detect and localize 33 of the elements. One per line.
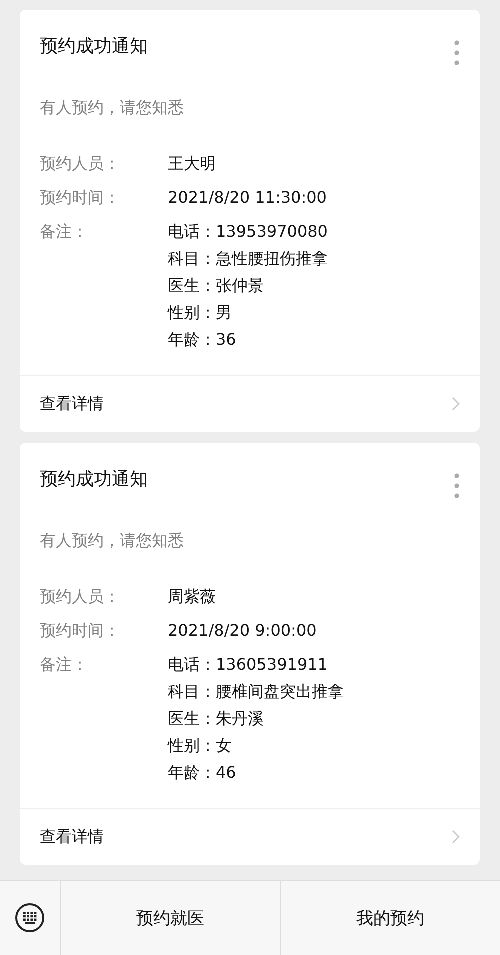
chevron-right-icon: [452, 830, 460, 844]
details-link[interactable]: 查看详情: [40, 394, 104, 414]
field-value: 2021/8/20 9:00:00: [168, 620, 317, 642]
keyboard-icon[interactable]: [15, 903, 45, 933]
field-label: 备注：: [40, 654, 89, 676]
field-value: 王大明: [168, 153, 216, 175]
card-subtitle: 有人预约，请您知悉: [40, 98, 185, 119]
card-title: 预约成功通知: [40, 468, 148, 492]
field-value: 医生：张仲景: [168, 275, 265, 297]
menu-button[interactable]: 预约就医: [61, 881, 281, 955]
field-label: 预约时间：: [40, 187, 121, 209]
field-label: 预约人员：: [40, 586, 121, 608]
card-subtitle: 有人预约，请您知悉: [40, 531, 185, 552]
field-value: 医生：朱丹溪: [168, 708, 265, 730]
more-icon[interactable]: [454, 473, 460, 499]
field-value: 科目：腰椎间盘突出推拿: [168, 681, 344, 703]
more-icon[interactable]: [454, 40, 460, 66]
field-label: 备注：: [40, 221, 89, 243]
field-value: 周紫薇: [168, 586, 216, 608]
field-label: 预约人员：: [40, 153, 121, 175]
field-value: 科目：急性腰扭伤推拿: [168, 248, 328, 270]
field-value: 年龄：36: [168, 329, 238, 351]
field-value: 性别：女: [168, 735, 233, 757]
field-value: 电话：13605391911: [168, 654, 329, 676]
field-value: 2021/8/20 11:30:00: [168, 187, 327, 209]
field-value: 性别：男: [168, 302, 233, 324]
details-link[interactable]: 查看详情: [40, 826, 104, 848]
card-title: 预约成功通知: [40, 35, 148, 59]
menu-button[interactable]: 我的预约: [281, 881, 500, 955]
field-label: 预约时间：: [40, 620, 121, 642]
field-value: 电话：13953970080: [168, 221, 328, 243]
field-value: 年龄：46: [168, 762, 238, 784]
chevron-right-icon: [452, 397, 460, 411]
